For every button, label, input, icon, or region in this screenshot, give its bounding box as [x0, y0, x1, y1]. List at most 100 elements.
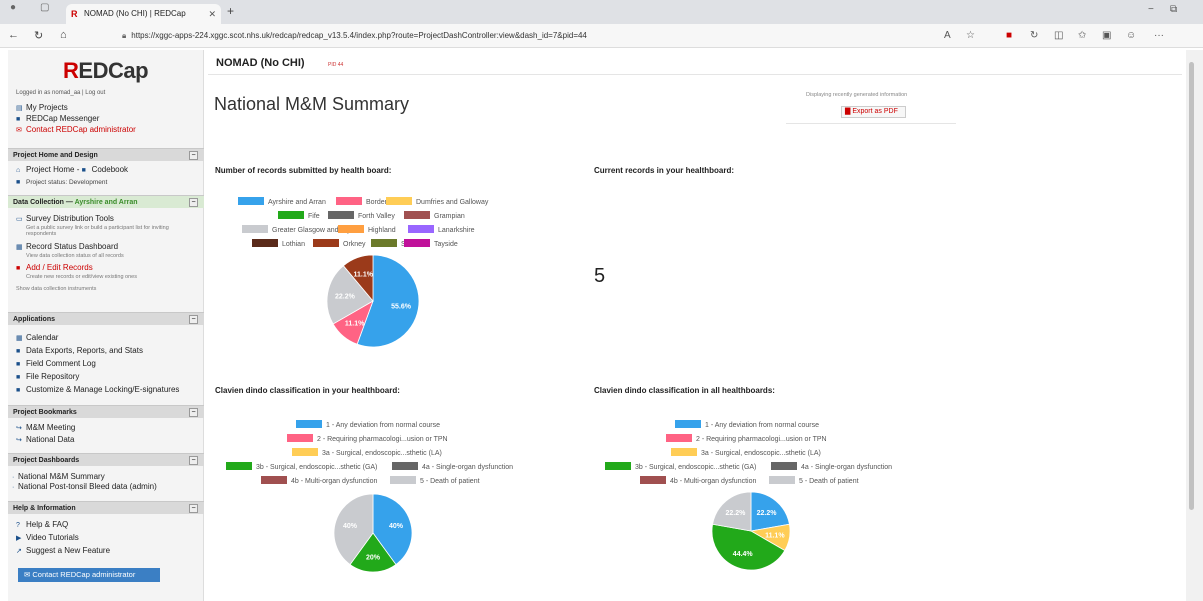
legend-label: 3b - Surgical, endoscopic...sthetic (GA)	[635, 464, 757, 471]
extension-icon[interactable]: ■	[1006, 30, 1012, 41]
app-link-data-exports[interactable]: ■ Data Exports, Reports, and Stats	[16, 346, 143, 355]
calendar-icon: ▦	[16, 335, 23, 342]
legend-item[interactable]: Lanarkshire	[408, 225, 475, 236]
page-title: National M&M Summary	[214, 94, 410, 114]
legend-item[interactable]: Tayside	[404, 239, 458, 250]
collapse-icon[interactable]: −	[189, 151, 198, 160]
refresh-icon[interactable]: ↻	[34, 29, 43, 42]
suggest-feature-link[interactable]: ↗ Suggest a New Feature	[16, 546, 110, 555]
app-link-file-repository[interactable]: ■ File Repository	[16, 372, 79, 381]
codebook-label[interactable]: Codebook	[92, 165, 128, 174]
section-dashboards[interactable]: Project Dashboards −	[8, 453, 204, 466]
close-tab-icon[interactable]: ✕	[208, 4, 216, 24]
app-link-field-comment-log[interactable]: ■ Field Comment Log	[16, 359, 96, 368]
legend-item[interactable]: 2 - Requiring pharmacologi...usion or TP…	[287, 434, 448, 445]
minimize-icon[interactable]: −	[1148, 4, 1154, 15]
legend-label: 4a - Single-organ dysfunction	[422, 464, 514, 471]
more-menu-icon[interactable]: ···	[1154, 30, 1164, 41]
url-field[interactable]: 🔒︎ https://xggc-apps-224.xggc.scot.nhs.uk…	[122, 28, 922, 44]
legend-item[interactable]: Ayrshire and Arran	[238, 197, 326, 208]
legend-item[interactable]: 3b - Surgical, endoscopic...sthetic (GA)	[605, 462, 756, 473]
legend-item[interactable]: 3a - Surgical, endoscopic...sthetic (LA)	[671, 448, 821, 459]
home-icon[interactable]: ⌂	[60, 29, 67, 41]
page-scrollbar[interactable]	[1186, 50, 1203, 601]
restore-icon[interactable]: ⧉	[1170, 4, 1177, 15]
section-applications[interactable]: Applications −	[8, 312, 204, 325]
legend-item[interactable]: 2 - Requiring pharmacologi...usion or TP…	[666, 434, 827, 445]
record-status-link[interactable]: ▦ Record Status Dashboard	[16, 242, 118, 251]
legend-item[interactable]: 3a - Surgical, endoscopic...sthetic (LA)	[292, 448, 442, 459]
collapse-icon[interactable]: −	[189, 315, 198, 324]
survey-tools-link[interactable]: ▭ Survey Distribution Tools	[16, 214, 114, 223]
dashboard-post-tonsil[interactable]: · National Post-tonsil Bleed data (admin)	[12, 482, 157, 491]
collapse-icon[interactable]: −	[189, 504, 198, 513]
favorites-icon[interactable]: ✩	[1078, 30, 1086, 41]
video-icon: ▶	[16, 535, 22, 542]
section-project-home[interactable]: Project Home and Design −	[8, 148, 204, 161]
split-screen-icon[interactable]: ◫	[1054, 30, 1063, 41]
profile-icon[interactable]: ●	[10, 2, 16, 13]
legend-label: Grampian	[434, 213, 465, 220]
help-faq-link[interactable]: ? Help & FAQ	[16, 520, 68, 529]
legend-item[interactable]: 5 - Death of patient	[769, 476, 859, 487]
scrollbar-thumb[interactable]	[1189, 62, 1194, 510]
browser-tab-bar: ● ▢ R NOMAD (No CHI) | REDCap ✕ + − ⧉	[0, 0, 1203, 24]
legend-item[interactable]: 4b - Multi-organ dysfunction	[640, 476, 756, 487]
legend-swatch	[404, 239, 430, 247]
new-tab-icon[interactable]: +	[227, 4, 234, 18]
legend-swatch	[390, 476, 416, 484]
legend-item[interactable]: Orkney	[313, 239, 366, 250]
project-title: NOMAD (No CHI)	[216, 57, 305, 69]
legend-item[interactable]: 4a - Single-organ dysfunction	[392, 462, 513, 473]
bookmark-mm-meeting[interactable]: ↪ M&M Meeting	[16, 423, 75, 432]
app-link-locking[interactable]: ■ Customize & Manage Locking/E-signatures	[16, 385, 179, 394]
legend-item[interactable]: Lothian	[252, 239, 305, 250]
legend-swatch	[392, 462, 418, 470]
legend-item[interactable]: Highland	[338, 225, 396, 236]
section-bookmarks[interactable]: Project Bookmarks −	[8, 405, 204, 418]
favorite-star-icon[interactable]: ☆	[966, 30, 975, 41]
section-data-collection[interactable]: Data Collection — Ayrshire and Arran −	[8, 195, 204, 208]
legend-item[interactable]: 4b - Multi-organ dysfunction	[261, 476, 377, 487]
grid-icon: ▦	[16, 244, 23, 251]
legend-item[interactable]: Forth Valley	[328, 211, 395, 222]
contact-admin-button[interactable]: ✉ Contact REDCap administrator	[18, 568, 160, 582]
help-label: Suggest a New Feature	[26, 546, 111, 555]
project-home-link[interactable]: ⌂ Project Home - ■ Codebook	[16, 165, 128, 174]
show-instruments-link[interactable]: Show data collection instruments	[16, 286, 96, 292]
app-label: Customize & Manage Locking/E-signatures	[26, 385, 180, 394]
sidebar: REDCap Logged in as nomad_aa | Log out ▤…	[8, 50, 204, 601]
profile-sync-icon[interactable]: ☺	[1126, 30, 1136, 41]
dashboard-national-mm[interactable]: · National M&M Summary	[12, 472, 105, 481]
read-aloud-icon[interactable]: A	[944, 30, 951, 41]
tab-actions-icon[interactable]: ▢	[40, 2, 49, 13]
collapse-icon[interactable]: −	[189, 408, 198, 417]
contact-admin-link[interactable]: ✉ Contact REDCap administrator	[16, 125, 136, 134]
export-pdf-button[interactable]: ▇ Export as PDF	[841, 106, 906, 118]
app-link-calendar[interactable]: ▦ Calendar	[16, 333, 58, 342]
back-icon[interactable]: ←	[8, 29, 19, 41]
collections-icon[interactable]: ▣	[1102, 30, 1111, 41]
my-projects-link[interactable]: ▤ My Projects	[16, 103, 68, 112]
legend-item[interactable]: Dumfries and Galloway	[386, 197, 488, 208]
messenger-link[interactable]: ■ REDCap Messenger	[16, 114, 99, 123]
legend-item[interactable]: 4a - Single-organ dysfunction	[771, 462, 892, 473]
legend-item[interactable]: Grampian	[404, 211, 465, 222]
video-tutorials-link[interactable]: ▶ Video Tutorials	[16, 533, 79, 542]
collapse-icon[interactable]: −	[189, 198, 198, 207]
section-help[interactable]: Help & Information −	[8, 501, 204, 514]
bookmark-national-data[interactable]: ↪ National Data	[16, 435, 74, 444]
legend-item[interactable]: 5 - Death of patient	[390, 476, 480, 487]
collapse-icon[interactable]: −	[189, 456, 198, 465]
browser-tab[interactable]: R NOMAD (No CHI) | REDCap ✕	[66, 4, 221, 24]
legend-item[interactable]: Borders	[336, 197, 391, 208]
legend-label: 5 - Death of patient	[420, 478, 480, 485]
legend-item[interactable]: 1 - Any deviation from normal course	[296, 420, 440, 431]
add-edit-records-link[interactable]: ■ Add / Edit Records	[16, 263, 93, 272]
legend-item[interactable]: 1 - Any deviation from normal course	[675, 420, 819, 431]
legend-item[interactable]: 3b - Surgical, endoscopic...sthetic (GA)	[226, 462, 377, 473]
refresh-extension-icon[interactable]: ↻	[1030, 30, 1038, 41]
legend-swatch	[671, 448, 697, 456]
list-icon: ▤	[16, 105, 23, 112]
legend-item[interactable]: Fife	[278, 211, 320, 222]
